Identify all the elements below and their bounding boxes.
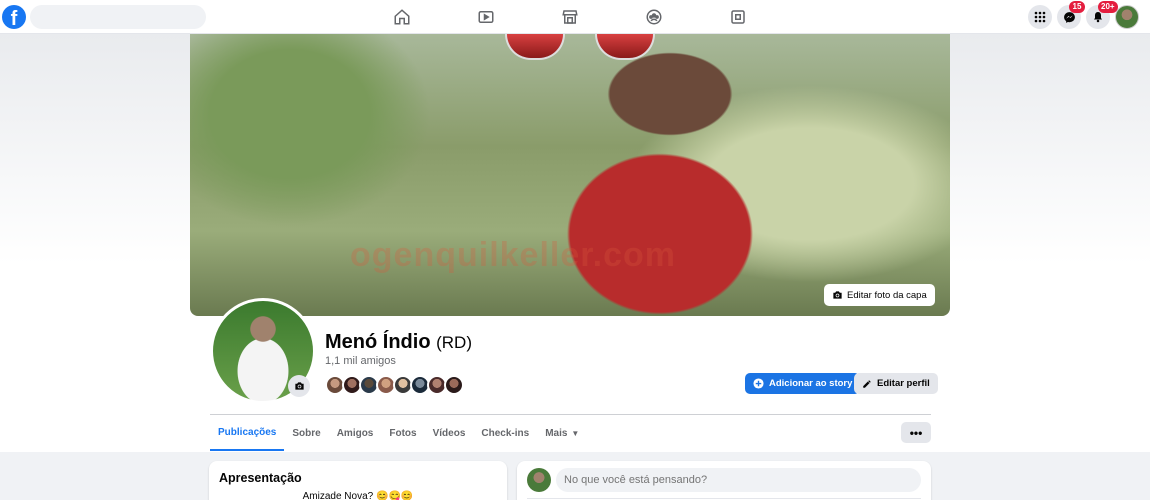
notifications-badge: 20+ xyxy=(1098,1,1118,13)
tab-more-label: Mais xyxy=(545,427,568,439)
tab-checkins[interactable]: Check-ins xyxy=(473,415,537,451)
intro-card: Apresentação Amizade Nova? 😊😋😊 xyxy=(209,461,507,500)
account-avatar[interactable] xyxy=(1115,5,1139,29)
edit-cover-label: Editar foto da capa xyxy=(847,289,927,301)
add-to-story-label: Adicionar ao story xyxy=(769,378,853,389)
edit-profile-button[interactable]: Editar perfil xyxy=(854,373,938,394)
messenger-button[interactable]: 15 xyxy=(1057,1,1085,29)
profile-name-text: Menó Índio xyxy=(325,331,431,353)
cover-sunglasses-shape xyxy=(505,34,655,62)
edit-cover-button[interactable]: Editar foto da capa xyxy=(824,284,935,306)
cover-photo[interactable] xyxy=(190,34,950,316)
camera-icon xyxy=(294,382,304,390)
marketplace-icon[interactable] xyxy=(557,5,583,29)
facebook-logo-icon[interactable]: f xyxy=(2,5,26,29)
tab-about[interactable]: Sobre xyxy=(284,415,328,451)
menu-grid-icon[interactable] xyxy=(1028,5,1052,29)
post-composer-card xyxy=(517,461,931,500)
home-icon[interactable] xyxy=(389,5,415,29)
search-input[interactable] xyxy=(30,5,206,29)
add-to-story-button[interactable]: Adicionar ao story xyxy=(745,373,861,394)
composer-avatar[interactable] xyxy=(527,468,551,492)
pencil-icon xyxy=(863,379,871,388)
friend-avatars-row xyxy=(325,375,464,395)
tab-more[interactable]: Mais ▼ xyxy=(537,415,587,451)
profile-alternate-name: (RD) xyxy=(436,333,472,352)
friends-count[interactable]: 1,1 mil amigos xyxy=(325,355,396,367)
tab-videos[interactable]: Vídeos xyxy=(425,415,474,451)
intro-bio: Amizade Nova? 😊😋😊 xyxy=(302,491,414,500)
friend-avatar[interactable] xyxy=(444,375,464,395)
tab-friends[interactable]: Amigos xyxy=(329,415,382,451)
notifications-button[interactable]: 20+ xyxy=(1086,1,1118,29)
update-profile-picture-button[interactable] xyxy=(288,375,310,397)
tab-posts[interactable]: Publicações xyxy=(210,415,285,451)
profile-name: Menó Índio (RD) xyxy=(325,331,472,354)
caret-down-icon: ▼ xyxy=(571,428,580,438)
watch-icon[interactable] xyxy=(473,5,499,29)
plus-circle-icon xyxy=(753,378,764,389)
groups-icon[interactable] xyxy=(641,5,667,29)
tab-photos[interactable]: Fotos xyxy=(381,415,424,451)
gaming-icon[interactable] xyxy=(725,5,751,29)
more-options-button[interactable]: ••• xyxy=(901,422,931,443)
top-navigation-bar: f 15 20+ xyxy=(0,0,1150,34)
profile-tabs: Publicações Sobre Amigos Fotos Vídeos Ch… xyxy=(210,415,587,451)
post-composer-input[interactable] xyxy=(556,468,921,492)
intro-title: Apresentação xyxy=(219,471,302,485)
messenger-badge: 15 xyxy=(1069,1,1085,13)
edit-profile-label: Editar perfil xyxy=(877,378,930,389)
camera-icon xyxy=(833,291,842,299)
composer-divider xyxy=(527,498,921,499)
